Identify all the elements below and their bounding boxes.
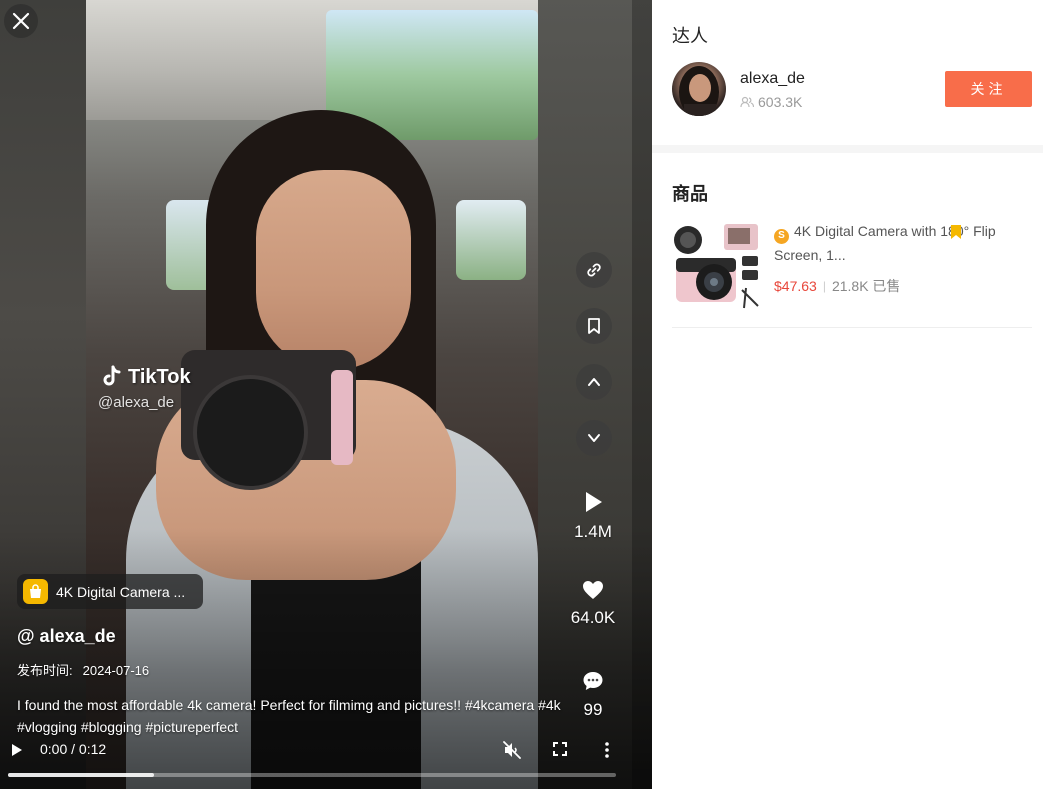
time-display: 0:00 / 0:12 xyxy=(40,741,107,757)
bookmark-button[interactable] xyxy=(576,308,612,344)
camera-pink-body xyxy=(331,370,353,465)
product-pill-label: 4K Digital Camera ... xyxy=(56,583,186,600)
publish-label: 发布时间: xyxy=(17,663,73,678)
follower-count-value: 603.3K xyxy=(758,94,803,110)
play-button[interactable] xyxy=(10,742,24,763)
progress-bar[interactable] xyxy=(8,773,616,777)
product-card[interactable]: S 4K Digital Camera with 180° Flip Screen… xyxy=(672,218,1032,328)
more-vertical-icon xyxy=(605,742,609,758)
comment-count[interactable]: 99 xyxy=(562,670,624,720)
copy-link-button[interactable] xyxy=(576,252,612,288)
avatar-image xyxy=(679,66,719,116)
car-window-right xyxy=(456,200,526,280)
camera-lens xyxy=(193,375,308,490)
next-video-button[interactable] xyxy=(576,420,612,456)
fullscreen-icon xyxy=(553,742,567,756)
like-count[interactable]: 64.0K xyxy=(562,580,624,628)
progress-fill xyxy=(8,773,154,777)
follow-button[interactable]: 关注 xyxy=(945,71,1032,107)
product-sold-count: 21.8K 已售 xyxy=(831,277,901,294)
section-divider xyxy=(652,145,1043,153)
avatar[interactable] xyxy=(672,62,726,116)
play-count-value: 1.4M xyxy=(574,522,612,541)
link-icon xyxy=(587,263,601,277)
previous-video-button[interactable] xyxy=(576,364,612,400)
product-title-text: 4K Digital Camera with 180° Flip Screen,… xyxy=(774,223,996,263)
bookmark-icon xyxy=(588,318,600,334)
publish-date: 2024-07-16 xyxy=(82,663,150,678)
publish-info: 发布时间: 2024-07-16 xyxy=(17,660,149,679)
product-meta: $47.63 | 21.8K 已售 xyxy=(774,276,1009,296)
product-pill[interactable]: 4K Digital Camera ... xyxy=(17,574,203,609)
player-controls: 0:00 / 0:12 xyxy=(0,736,632,764)
play-count-icon xyxy=(586,492,602,512)
watermark-handle: @alexa_de xyxy=(98,394,175,411)
video-player[interactable]: TikTok @alexa_de 1.4M 64.0K 99 4K Digita… xyxy=(0,0,652,789)
comment-count-value: 99 xyxy=(583,700,603,719)
product-info: S 4K Digital Camera with 180° Flip Screen… xyxy=(774,220,1009,296)
bookmark-flag-icon xyxy=(951,225,961,239)
mute-button[interactable] xyxy=(502,740,522,765)
author-handle[interactable]: @ alexa_de xyxy=(17,626,116,647)
product-bookmark-flag[interactable] xyxy=(950,224,962,245)
chevron-down-icon xyxy=(588,434,600,442)
tiktok-logo-icon xyxy=(103,365,121,386)
follower-count: 603.3K xyxy=(740,94,802,110)
product-price: $47.63 xyxy=(774,277,817,294)
video-action-column xyxy=(576,252,612,476)
close-icon xyxy=(12,12,30,30)
like-count-value: 64.0K xyxy=(570,608,616,627)
talent-section-title: 达人 xyxy=(672,26,708,46)
product-thumbnail[interactable] xyxy=(672,220,762,312)
comment-icon xyxy=(583,672,603,690)
play-icon xyxy=(12,744,22,756)
person-face xyxy=(256,170,411,370)
product-image xyxy=(674,224,759,309)
details-panel: 达人 alexa_de 603.3K 关注 商品 S 4K Digital Ca… xyxy=(652,0,1043,789)
close-button[interactable] xyxy=(4,4,38,38)
shopping-bag-icon xyxy=(23,579,48,604)
product-title[interactable]: S 4K Digital Camera with 180° Flip Screen… xyxy=(774,220,1009,266)
camera-prop xyxy=(181,350,356,490)
video-edge-strip xyxy=(632,0,652,789)
talent-section: 达人 alexa_de 603.3K 关注 xyxy=(652,0,1043,145)
mute-icon xyxy=(503,741,521,759)
coin-icon: S xyxy=(774,228,789,244)
more-options-button[interactable] xyxy=(600,740,614,765)
watermark-logo-text: TikTok xyxy=(128,365,191,388)
creator-name[interactable]: alexa_de xyxy=(740,70,805,88)
goods-section-title: 商品 xyxy=(672,184,708,204)
play-count[interactable]: 1.4M xyxy=(562,490,624,542)
heart-icon xyxy=(583,581,603,599)
followers-icon xyxy=(740,96,754,108)
chevron-up-icon xyxy=(588,378,600,386)
meta-separator: | xyxy=(822,278,826,293)
video-caption: I found the most affordable 4k camera! P… xyxy=(17,697,561,735)
tiktok-watermark: TikTok @alexa_de xyxy=(98,364,191,411)
fullscreen-button[interactable] xyxy=(552,741,568,762)
